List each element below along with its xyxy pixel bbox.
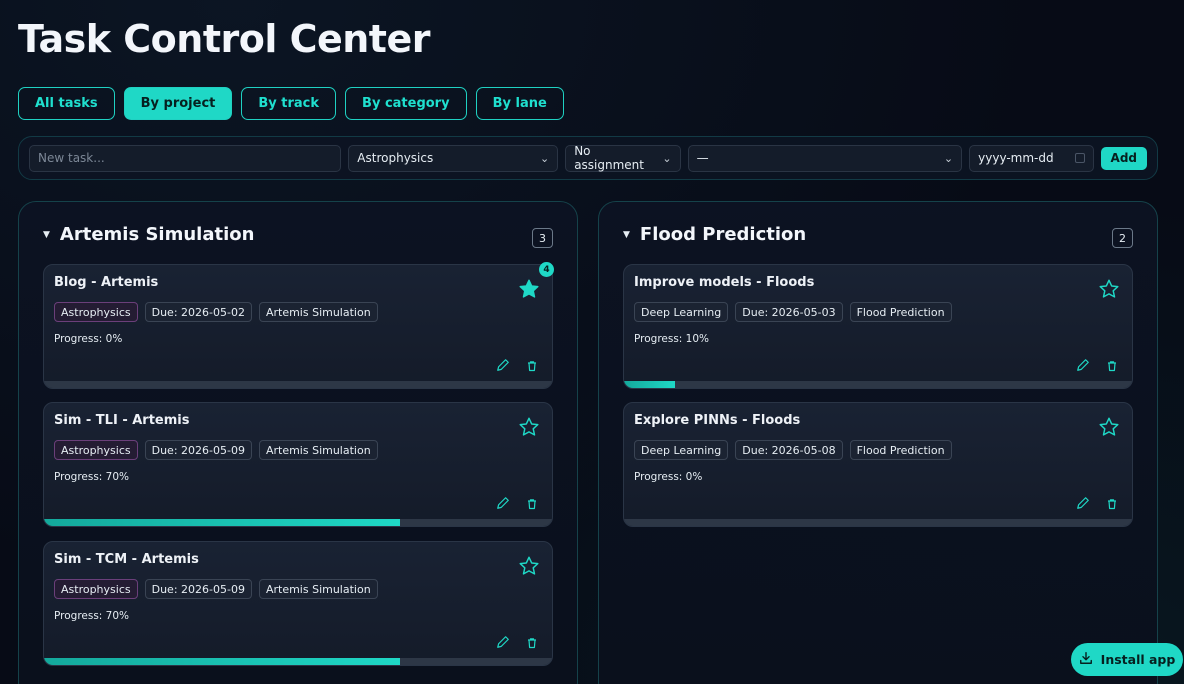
- task-title: Improve models - Floods: [634, 275, 815, 290]
- tab-by-lane[interactable]: By lane: [475, 87, 564, 120]
- progress-bar: [624, 519, 1132, 526]
- calendar-icon[interactable]: [1074, 153, 1085, 163]
- page-title: Task Control Center: [18, 17, 431, 61]
- assignment-select-value: No assignment: [574, 144, 644, 172]
- category-chip: Deep Learning: [634, 302, 729, 322]
- column-title: Artemis Simulation: [59, 224, 255, 245]
- due-chip: Due: 2026-05-08: [735, 440, 843, 460]
- due-chip: Due: 2026-05-02: [144, 302, 252, 322]
- project-column-flood: ▼ Flood Prediction 2 Improve models - Fl…: [598, 201, 1158, 684]
- chevron-down-icon: ⌄: [943, 151, 954, 165]
- caret-down-icon[interactable]: ▼: [43, 230, 50, 240]
- view-tabs: All tasks By project By track By categor…: [18, 87, 564, 120]
- trash-icon[interactable]: [1106, 495, 1118, 510]
- task-title: Sim - TCM - Artemis: [54, 552, 199, 567]
- add-button[interactable]: Add: [1100, 146, 1147, 170]
- task-title: Sim - TLI - Artemis: [54, 413, 190, 428]
- task-card[interactable]: Sim - TCM - Artemis Astrophysics Due: 20…: [43, 541, 553, 666]
- column-header[interactable]: ▼ Flood Prediction: [623, 224, 806, 245]
- chevron-down-icon: ⌄: [662, 151, 672, 165]
- project-column-artemis: ▼ Artemis Simulation 3 Blog - Artemis As…: [18, 201, 578, 684]
- progress-text: Progress: 0%: [634, 471, 703, 483]
- install-app-label: Install app: [1100, 652, 1176, 667]
- progress-bar: [624, 381, 1132, 388]
- card-count-badge: 4: [539, 262, 554, 277]
- pencil-icon[interactable]: [1076, 357, 1090, 371]
- task-title: Blog - Artemis: [54, 275, 159, 290]
- column-count-badge: 2: [1112, 228, 1133, 248]
- task-card[interactable]: Improve models - Floods Deep Learning Du…: [623, 264, 1133, 389]
- category-chip: Deep Learning: [634, 440, 729, 460]
- tab-all-tasks[interactable]: All tasks: [18, 87, 115, 120]
- trash-icon[interactable]: [526, 495, 538, 510]
- task-card[interactable]: Blog - Artemis Astrophysics Due: 2026-05…: [43, 264, 553, 389]
- pencil-icon[interactable]: [496, 357, 510, 371]
- category-select-value: Astrophysics: [357, 151, 434, 165]
- tab-by-track[interactable]: By track: [241, 87, 337, 120]
- progress-text: Progress: 0%: [54, 333, 123, 345]
- progress-bar: [44, 658, 552, 665]
- project-chip: Artemis Simulation: [258, 302, 378, 322]
- column-count-badge: 3: [532, 228, 553, 248]
- progress-text: Progress: 70%: [54, 610, 130, 622]
- add-task-bar: New task... Astrophysics ⌄ No assignment…: [18, 136, 1158, 180]
- due-date-placeholder: yyyy-mm-dd: [978, 151, 1054, 165]
- install-app-button[interactable]: Install app: [1071, 643, 1183, 676]
- star-icon[interactable]: [518, 416, 540, 438]
- caret-down-icon[interactable]: ▼: [623, 230, 630, 240]
- new-task-input[interactable]: New task...: [29, 144, 342, 172]
- star-icon[interactable]: [1098, 416, 1120, 438]
- tab-by-category[interactable]: By category: [345, 87, 467, 120]
- tab-by-project[interactable]: By project: [123, 87, 233, 120]
- column-title: Flood Prediction: [639, 224, 807, 245]
- task-card[interactable]: Sim - TLI - Artemis Astrophysics Due: 20…: [43, 402, 553, 527]
- progress-text: Progress: 10%: [634, 333, 710, 345]
- trash-icon[interactable]: [526, 357, 538, 372]
- column-header[interactable]: ▼ Artemis Simulation: [43, 224, 254, 245]
- project-chip: Artemis Simulation: [258, 440, 378, 460]
- pencil-icon[interactable]: [496, 634, 510, 648]
- due-chip: Due: 2026-05-09: [144, 579, 252, 599]
- star-icon[interactable]: [1098, 278, 1120, 300]
- due-date-input[interactable]: yyyy-mm-dd: [969, 144, 1094, 172]
- download-icon: [1079, 651, 1093, 668]
- pencil-icon[interactable]: [1076, 495, 1090, 509]
- trash-icon[interactable]: [526, 634, 538, 649]
- project-chip: Artemis Simulation: [258, 579, 378, 599]
- chevron-down-icon: ⌄: [539, 151, 550, 165]
- progress-text: Progress: 70%: [54, 471, 130, 483]
- task-card[interactable]: Explore PINNs - Floods Deep Learning Due…: [623, 402, 1133, 527]
- project-select[interactable]: — ⌄: [687, 144, 963, 172]
- assignment-select[interactable]: No assignment ⌄: [565, 144, 681, 172]
- category-select[interactable]: Astrophysics ⌄: [348, 144, 559, 172]
- due-chip: Due: 2026-05-09: [144, 440, 252, 460]
- star-icon[interactable]: [518, 555, 540, 577]
- category-chip: Astrophysics: [54, 579, 138, 599]
- due-chip: Due: 2026-05-03: [735, 302, 843, 322]
- trash-icon[interactable]: [1106, 357, 1118, 372]
- task-title: Explore PINNs - Floods: [634, 413, 801, 428]
- new-task-placeholder: New task...: [38, 151, 105, 165]
- project-select-value: —: [696, 151, 709, 165]
- category-chip: Astrophysics: [54, 302, 138, 322]
- progress-bar: [44, 519, 552, 526]
- star-icon[interactable]: [518, 278, 540, 300]
- project-chip: Flood Prediction: [849, 440, 952, 460]
- progress-bar: [44, 381, 552, 388]
- project-chip: Flood Prediction: [849, 302, 952, 322]
- category-chip: Astrophysics: [54, 440, 138, 460]
- pencil-icon[interactable]: [496, 495, 510, 509]
